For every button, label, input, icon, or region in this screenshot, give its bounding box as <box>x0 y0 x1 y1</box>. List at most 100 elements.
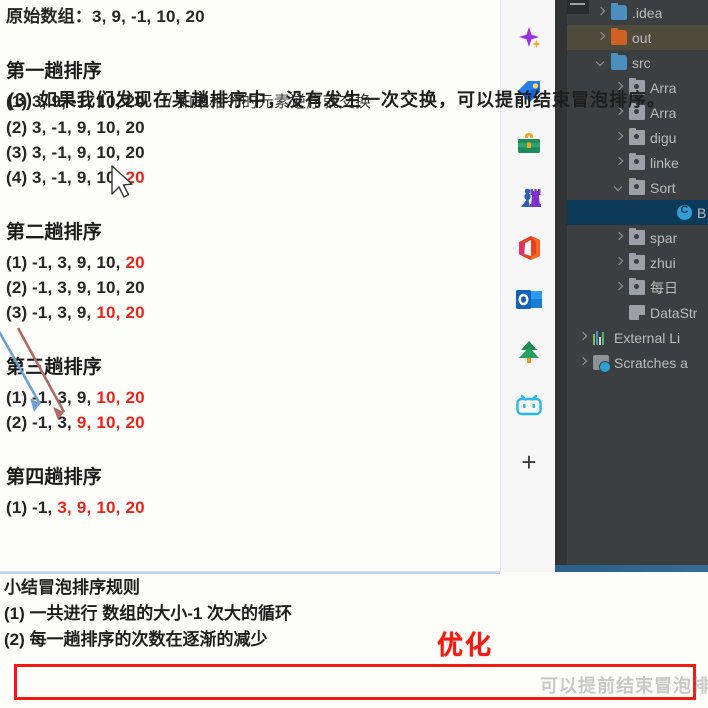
pass-row: (3) -1, 3, 9, 10, 20 <box>6 300 500 325</box>
chevron-right-icon[interactable] <box>577 331 590 344</box>
package-icon <box>629 278 645 295</box>
tree-item-label: B <box>697 204 707 221</box>
row-values: -1, 3, 9, 10, 20 <box>32 278 145 297</box>
chevron-down-icon[interactable] <box>595 56 608 69</box>
chevron-down-icon[interactable] <box>613 181 626 194</box>
row-index: (1) <box>6 388 28 407</box>
chevron-right-icon[interactable] <box>613 231 626 244</box>
ide-status-bar <box>555 565 708 572</box>
tree-item-label: src <box>632 54 651 71</box>
tree-item-label: .idea <box>632 4 663 21</box>
office-icon[interactable] <box>513 232 545 264</box>
row-values: -1, 3, 9, 10, <box>32 253 126 272</box>
pass-row: (3) 3, -1, 9, 10, 20 <box>6 140 500 165</box>
package-icon <box>629 178 645 195</box>
ide-tool-stripe[interactable] <box>555 0 567 572</box>
ide-project-panel: .idea out src Arra Arra digu linke Sort … <box>555 0 708 572</box>
pass-row: (1) -1, 3, 9, 10, 20 <box>6 495 500 520</box>
package-icon <box>629 128 645 145</box>
tree-item-selected-class[interactable]: B <box>567 200 708 225</box>
java-class-icon <box>677 204 692 220</box>
chevron-right-icon[interactable] <box>577 356 590 369</box>
chevron-right-icon[interactable] <box>595 6 608 19</box>
tree-item-package[interactable]: digu <box>567 125 708 150</box>
scratches-icon <box>593 355 611 373</box>
tree-item-label: linke <box>650 154 679 171</box>
tree-item-label: Scratches a <box>614 354 688 371</box>
summary-rule-3: (3) 如果我们发现在某趟排序中，没有发生一次交换，可以提前结束冒泡排序。 <box>8 90 666 110</box>
module-icon <box>629 305 645 320</box>
app-dock: + <box>500 0 556 572</box>
pass-row: (2) 3, -1, 9, 10, 20 <box>6 115 500 140</box>
project-tree: .idea out src Arra Arra digu linke Sort … <box>567 0 708 555</box>
chevron-right-icon[interactable] <box>613 281 626 294</box>
folder-icon <box>611 53 627 70</box>
row-values-sorted: 10, 20 <box>96 388 145 407</box>
tree-item-package[interactable]: linke <box>567 150 708 175</box>
row-index: (2) <box>6 118 28 137</box>
tree-item-package[interactable]: zhui <box>567 250 708 275</box>
original-array-label: 原始数组：3, 9, -1, 10, 20 <box>6 7 205 26</box>
watermark-text: 可以提前结束冒泡排序 <box>540 676 708 696</box>
chess-icon[interactable] <box>513 180 545 212</box>
outlook-icon[interactable] <box>513 284 545 316</box>
row-index: (2) <box>6 278 28 297</box>
tree-item-module[interactable]: DataStr <box>567 300 708 325</box>
row-index: (2) <box>6 413 28 432</box>
screenshot-root: 原始数组：3, 9, -1, 10, 20 第一趟排序 (1) 3, 9, -1,… <box>0 0 708 708</box>
chevron-right-icon[interactable] <box>613 256 626 269</box>
row-values: 3, -1, 9, 10, 20 <box>32 118 145 137</box>
row-values-sorted: 20 <box>125 253 145 272</box>
package-icon <box>629 153 645 170</box>
tree-item-package[interactable]: 每日 <box>567 275 708 300</box>
tree-item-out[interactable]: out <box>567 25 708 50</box>
row-index: (1) <box>6 253 28 272</box>
tree-item-label: zhui <box>650 254 676 271</box>
row-index: (3) <box>6 303 28 322</box>
sparkle-icon[interactable] <box>513 22 545 54</box>
section-divider <box>0 571 500 574</box>
toolbox-icon[interactable] <box>513 128 545 160</box>
chevron-right-icon[interactable] <box>595 31 608 44</box>
pass-row: (2) -1, 3, 9, 10, 20 <box>6 275 500 300</box>
tree-item-idea[interactable]: .idea <box>567 0 708 25</box>
pass-heading-2: 第二趟排序 <box>6 222 103 243</box>
tree-item-package-sort[interactable]: Sort <box>567 175 708 200</box>
tree-item-label: Sort <box>650 179 676 196</box>
row-values-sorted: 10, 20 <box>96 303 145 322</box>
tree-item-src[interactable]: src <box>567 50 708 75</box>
chevron-right-icon[interactable] <box>613 131 626 144</box>
tree-item-label: spar <box>650 229 678 246</box>
chevron-right-icon[interactable] <box>613 156 626 169</box>
note-content: 原始数组：3, 9, -1, 10, 20 第一趟排序 (1) 3, 9, -1,… <box>0 0 500 520</box>
folder-icon <box>611 3 627 20</box>
bilibili-icon[interactable] <box>513 389 545 421</box>
tree-item-label: 每日 <box>650 279 678 296</box>
row-values-sorted: 3, 9, 10, 20 <box>57 498 145 517</box>
tree-item-external-libraries[interactable]: External Li <box>567 325 708 350</box>
libraries-icon <box>593 330 609 345</box>
tree-item-scratches[interactable]: Scratches a <box>567 350 708 375</box>
row-values: -1, 3, 9, <box>32 303 97 322</box>
note-document-pane: 原始数组：3, 9, -1, 10, 20 第一趟排序 (1) 3, 9, -1,… <box>0 0 500 572</box>
package-icon <box>629 253 645 270</box>
tree-item-label: External Li <box>614 329 681 346</box>
optimize-annotation-label: 优化 <box>437 630 494 660</box>
tree-item-label: out <box>632 29 652 46</box>
row-values: 3, -1, 9, 10, 20 <box>32 143 145 162</box>
tree-icon[interactable] <box>513 336 545 368</box>
row-values: -1, 3, 9, <box>32 388 97 407</box>
add-app-button[interactable]: + <box>513 446 545 478</box>
summary-title: 小结冒泡排序规则 <box>4 578 140 597</box>
folder-icon <box>611 28 627 45</box>
row-values: -1, 3, <box>32 413 77 432</box>
row-values: -1, <box>32 498 58 517</box>
tree-item-package[interactable]: spar <box>567 225 708 250</box>
row-values: 3, -1, 9, 10, <box>32 168 126 187</box>
pass-row: (4) 3, -1, 9, 10, 20 <box>6 165 500 190</box>
pass-heading-3: 第三趟排序 <box>6 357 103 378</box>
